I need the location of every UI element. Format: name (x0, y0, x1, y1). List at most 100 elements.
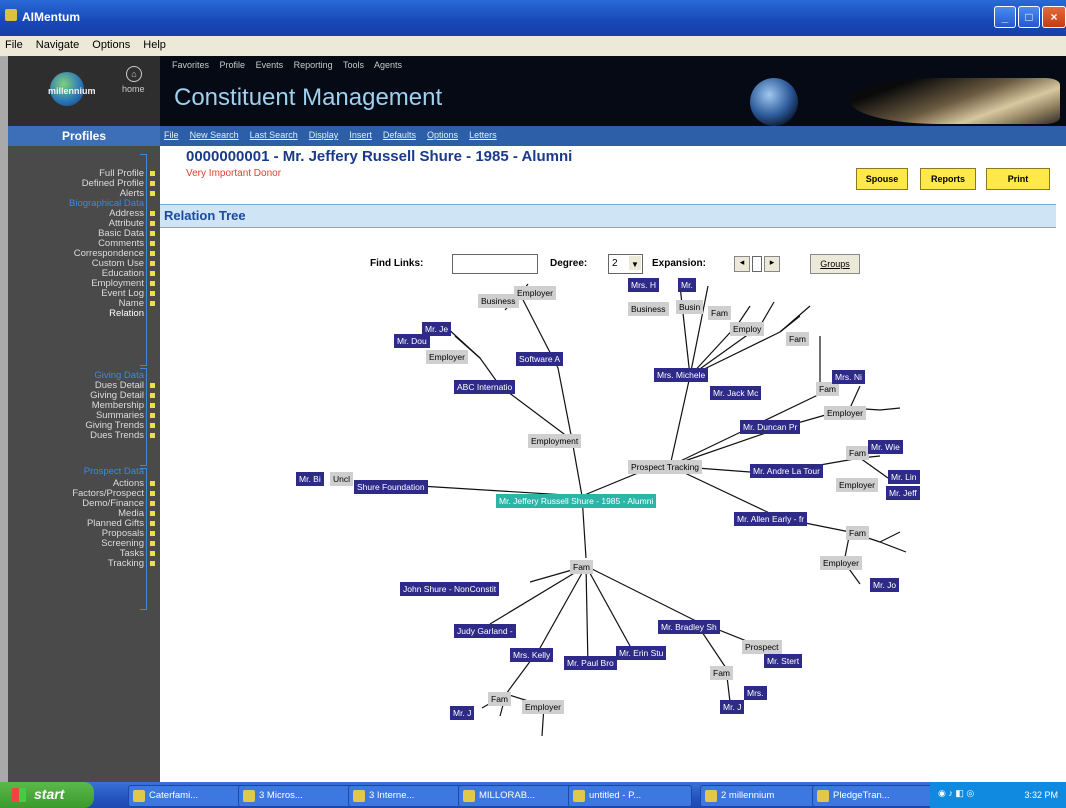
tree-node[interactable]: Mrs. Kelly (510, 648, 554, 662)
tree-node[interactable]: Mrs. H (628, 278, 660, 292)
tree-node[interactable]: Fam (846, 526, 869, 540)
link-tools[interactable]: Tools (343, 60, 364, 70)
taskbar-item[interactable]: 3 Micros... (238, 785, 362, 807)
taskbar: start Caterfami... 3 Micros... 3 Interne… (0, 782, 1066, 808)
status-dot (150, 541, 155, 546)
subnav-defaults[interactable]: Defaults (379, 126, 420, 144)
tree-node[interactable]: Mr. Lin (888, 470, 920, 484)
tree-node[interactable]: Shure Foundation (354, 480, 428, 494)
tree-node[interactable]: Employment (528, 434, 582, 448)
status-dot (150, 211, 155, 216)
tree-node[interactable]: Mr. (678, 278, 696, 292)
minimize-button[interactable]: _ (994, 6, 1016, 28)
tree-node[interactable]: Mr. J (450, 706, 475, 720)
taskbar-item[interactable]: PledgeTran... (812, 785, 938, 807)
link-agents[interactable]: Agents (374, 60, 402, 70)
tree-node[interactable]: Mr. Paul Bro (564, 656, 617, 670)
subnav-file[interactable]: File (160, 126, 183, 144)
tree-node[interactable]: Mrs. (744, 686, 767, 700)
status-dot (150, 231, 155, 236)
link-profile[interactable]: Profile (220, 60, 246, 70)
menu-file[interactable]: File (0, 36, 28, 54)
subnav-insert[interactable]: Insert (345, 126, 376, 144)
tree-node[interactable]: Software A (516, 352, 564, 366)
profiles-header: Profiles (8, 126, 160, 146)
subnav-letters[interactable]: Letters (465, 126, 501, 144)
tree-node[interactable]: Mr. Jeffery Russell Shure - 1985 - Alumn… (496, 494, 657, 508)
tree-node[interactable]: Employer (824, 406, 866, 420)
tree-node[interactable]: Mr. Jack Mc (710, 386, 762, 400)
tree-node[interactable]: Employer (836, 478, 878, 492)
tree-node[interactable]: Mr. Jo (870, 578, 900, 592)
taskbar-item[interactable]: untitled - P... (568, 785, 692, 807)
tree-node[interactable]: Judy Garland - (454, 624, 516, 638)
sidebar-item-relation[interactable]: Relation (109, 308, 144, 319)
home-label[interactable]: home (122, 84, 145, 94)
menu-options[interactable]: Options (87, 36, 135, 54)
tree-node[interactable]: Business (628, 302, 669, 316)
window-titlebar: AIMentum _ □ × (0, 0, 1066, 36)
status-dot (150, 481, 155, 486)
start-button[interactable]: start (0, 782, 94, 808)
link-events[interactable]: Events (256, 60, 284, 70)
link-favorites[interactable]: Favorites (172, 60, 209, 70)
tree-node[interactable]: Mr. Duncan Pr (740, 420, 801, 434)
subnav-new-search[interactable]: New Search (186, 126, 243, 144)
tree-node[interactable]: Mr. Bi (296, 472, 324, 486)
sidebar-item-tracking[interactable]: Tracking (108, 558, 144, 569)
taskbar-item[interactable]: MILLORAB... (458, 785, 582, 807)
tree-node[interactable]: Mrs. Michele (654, 368, 709, 382)
tree-node[interactable]: John Shure - NonConstit (400, 582, 500, 596)
status-dot (150, 561, 155, 566)
sidebar-item-dues-trends[interactable]: Dues Trends (90, 430, 144, 441)
tree-node[interactable]: Mr. Wie (868, 440, 903, 454)
tree-node[interactable]: Mr. Jeff (886, 486, 920, 500)
tree-node[interactable]: Prospect Tracking (628, 460, 703, 474)
tree-node[interactable]: Mr. Stert (764, 654, 803, 668)
subnav-options[interactable]: Options (423, 126, 462, 144)
home-icon[interactable]: ⌂ (126, 66, 142, 82)
maximize-button[interactable]: □ (1018, 6, 1040, 28)
tree-node[interactable]: Prospect (742, 640, 782, 654)
taskbar-item[interactable]: Caterfami... (128, 785, 252, 807)
tree-node[interactable]: Fam (710, 666, 733, 680)
top-links: Favorites Profile Events Reporting Tools… (172, 60, 410, 70)
windows-flag-icon (12, 788, 26, 802)
tree-node[interactable]: Mrs. Ni (832, 370, 865, 384)
tree-node[interactable]: Business (478, 294, 519, 308)
tree-node[interactable]: Busin (676, 300, 704, 314)
tree-node[interactable]: Employer (514, 286, 556, 300)
tree-node[interactable]: Mr. Allen Early - fr (734, 512, 808, 526)
tree-node[interactable]: ABC Internatio (454, 380, 516, 394)
tree-node[interactable]: Mr. J (720, 700, 745, 714)
close-button[interactable]: × (1042, 6, 1066, 28)
tree-node[interactable]: Mr. Bradley Sh (658, 620, 720, 634)
clock: 3:32 PM (1024, 790, 1058, 800)
status-dot (150, 551, 155, 556)
tray-icons[interactable]: ◉ ♪ ◧ ◎ (938, 788, 974, 799)
tree-node[interactable]: Fam (708, 306, 731, 320)
subnav-last-search[interactable]: Last Search (246, 126, 302, 144)
tree-node[interactable]: Uncl (330, 472, 354, 486)
taskbar-item[interactable]: 2 millennium (700, 785, 826, 807)
tree-node[interactable]: Employer (522, 700, 564, 714)
menu-help[interactable]: Help (138, 36, 171, 54)
sidebar: Full Profile Defined Profile Alerts Biog… (8, 146, 160, 782)
banner-heading: Constituent Management (174, 84, 443, 111)
tree-node[interactable]: Fam (488, 692, 511, 706)
tree-node[interactable]: Fam (846, 446, 869, 460)
tree-node[interactable]: Mr. Andre La Tour (750, 464, 823, 478)
tree-node[interactable]: Fam (570, 560, 593, 574)
tree-node[interactable]: Employer (426, 350, 468, 364)
subnav-display[interactable]: Display (305, 126, 343, 144)
taskbar-item[interactable]: 3 Interne... (348, 785, 472, 807)
menu-navigate[interactable]: Navigate (31, 36, 84, 54)
tree-node[interactable]: Mr. Erin Stu (616, 646, 667, 660)
link-reporting[interactable]: Reporting (294, 60, 333, 70)
tree-node[interactable]: Fam (816, 382, 839, 396)
tree-node[interactable]: Mr. Dou (394, 334, 430, 348)
tree-node[interactable]: Employ (730, 322, 765, 336)
tree-node[interactable]: Fam (786, 332, 809, 346)
tree-node[interactable]: Employer (820, 556, 862, 570)
status-dot (150, 241, 155, 246)
